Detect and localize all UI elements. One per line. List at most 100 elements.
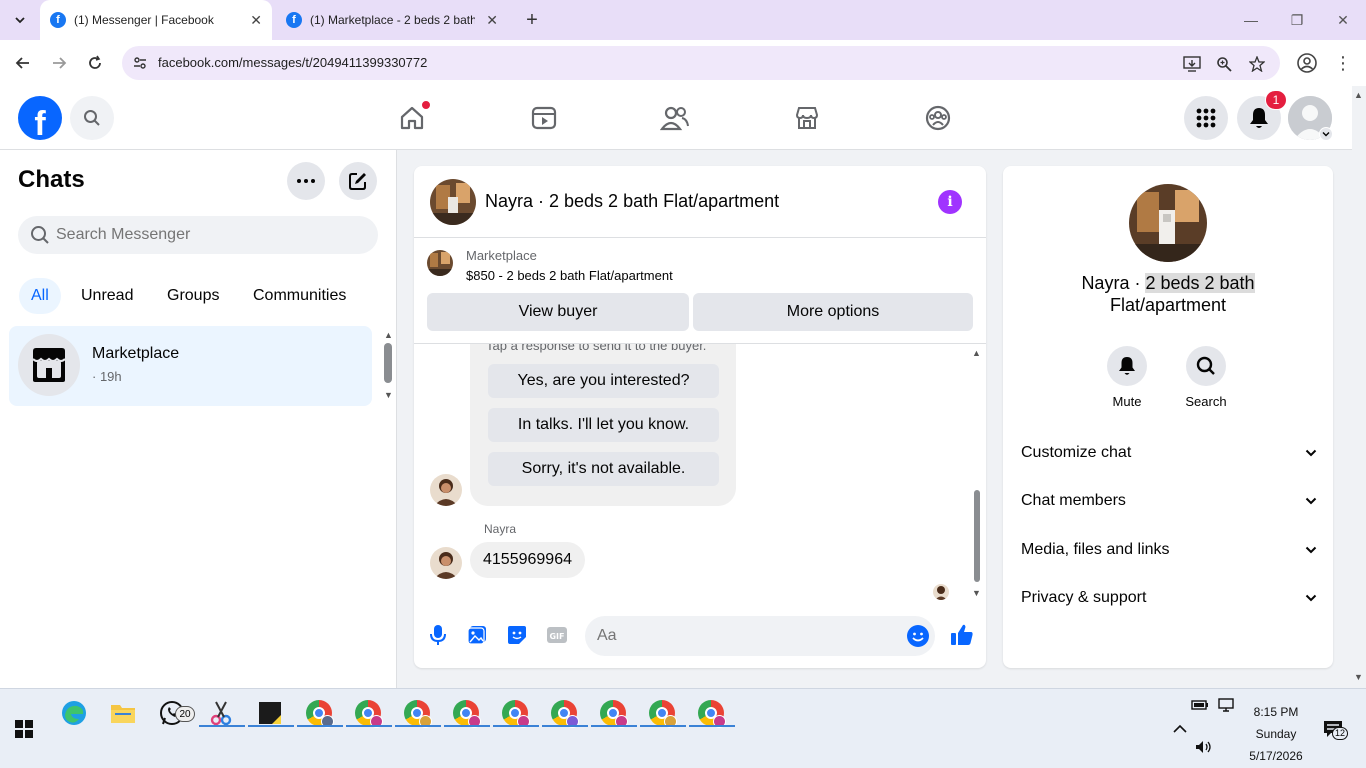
quick-reply-not-available[interactable]: Sorry, it's not available. <box>488 452 719 486</box>
clock-time[interactable]: 8:15 PM <box>1246 705 1306 719</box>
reload-button[interactable] <box>83 51 107 75</box>
message-input-wrapper[interactable] <box>585 616 935 656</box>
filter-all[interactable]: All <box>19 278 61 314</box>
gif-icon[interactable]: GIF <box>546 624 568 646</box>
nav-groups[interactable] <box>918 98 958 138</box>
account-chevron-icon[interactable] <box>1319 127 1333 141</box>
zoom-icon[interactable] <box>1214 54 1234 74</box>
sender-avatar[interactable] <box>430 547 462 579</box>
edge-browser-icon <box>62 701 86 725</box>
facebook-header: f <box>0 86 1352 150</box>
forward-button[interactable] <box>47 51 71 75</box>
search-in-chat-button[interactable] <box>1186 346 1226 386</box>
chrome-icon <box>306 700 334 728</box>
install-app-icon[interactable] <box>1182 54 1202 74</box>
quick-reply-in-talks[interactable]: In talks. I'll let you know. <box>488 408 719 442</box>
conversation-title[interactable]: Nayra · 2 beds 2 bath Flat/apartment <box>485 191 779 212</box>
mute-action[interactable]: Mute <box>1097 346 1157 409</box>
page-scroll-up-arrow[interactable]: ▲ <box>1354 90 1363 100</box>
more-options-button[interactable]: More options <box>693 293 973 331</box>
battery-icon[interactable] <box>1188 693 1212 717</box>
contact-avatar[interactable] <box>430 179 476 225</box>
arrow-right-icon <box>53 57 67 69</box>
clock-date[interactable]: 5/17/2026 <box>1240 749 1312 763</box>
info-avatar[interactable] <box>1129 184 1207 262</box>
network-icon[interactable] <box>1214 693 1238 717</box>
site-info-icon[interactable] <box>132 55 148 71</box>
new-message-button[interactable] <box>339 162 377 200</box>
media-files-links-section[interactable]: Media, files and links <box>1021 535 1317 565</box>
chat-list-item[interactable]: Marketplace · 19h <box>9 326 372 406</box>
search-action[interactable]: Search <box>1176 346 1236 409</box>
mute-button[interactable] <box>1107 346 1147 386</box>
running-indicator <box>542 725 588 727</box>
emoji-icon[interactable] <box>907 625 929 647</box>
photo-attach-icon[interactable] <box>466 624 488 646</box>
message-input[interactable] <box>597 616 887 656</box>
facebook-search-button[interactable] <box>70 96 114 140</box>
restore-button[interactable]: ❐ <box>1274 0 1320 40</box>
listing-title[interactable]: $850 - 2 beds 2 bath Flat/apartment <box>466 268 673 283</box>
tab-messenger[interactable]: f (1) Messenger | Facebook ✕ <box>40 0 272 40</box>
start-button[interactable] <box>8 713 40 745</box>
view-buyer-button[interactable]: View buyer <box>427 293 689 331</box>
conversation-scrollbar[interactable] <box>974 490 980 582</box>
conversation-info-icon[interactable]: i <box>938 190 962 214</box>
quick-reply-interested[interactable]: Yes, are you interested? <box>488 364 719 398</box>
bookmark-star-icon[interactable] <box>1247 54 1267 74</box>
clock-day[interactable]: Sunday <box>1246 727 1306 741</box>
customize-chat-section[interactable]: Customize chat <box>1021 438 1317 468</box>
chrome-icon <box>698 700 726 728</box>
filter-groups[interactable]: Groups <box>155 278 231 314</box>
scroll-up-arrow[interactable]: ▲ <box>972 348 981 358</box>
running-indicator <box>689 725 735 727</box>
person-photo <box>430 474 462 506</box>
taskbar-edge[interactable] <box>58 697 90 729</box>
address-bar[interactable]: facebook.com/messages/t/2049411399330772 <box>122 46 1280 80</box>
minimize-button[interactable]: — <box>1228 0 1274 40</box>
scroll-down-arrow[interactable]: ▼ <box>972 588 981 598</box>
compose-icon <box>349 173 366 190</box>
browser-profile-icon[interactable] <box>1296 52 1318 74</box>
page-scroll-down-arrow[interactable]: ▼ <box>1354 672 1363 682</box>
voice-clip-icon[interactable] <box>427 624 449 646</box>
close-tab-icon[interactable]: ✕ <box>486 12 498 29</box>
message-bubble[interactable]: 4155969964 <box>470 542 585 578</box>
new-tab-button[interactable]: + <box>520 8 544 32</box>
browser-menu-icon[interactable]: ⋮ <box>1334 52 1352 74</box>
notifications-badge: 1 <box>1265 90 1287 110</box>
tab-marketplace[interactable]: f (1) Marketplace - 2 beds 2 bath ✕ <box>276 0 508 40</box>
scroll-up-arrow[interactable]: ▲ <box>384 330 393 340</box>
privacy-support-section[interactable]: Privacy & support <box>1021 583 1317 613</box>
listing-thumbnail[interactable] <box>427 250 453 276</box>
tab-search-dropdown[interactable] <box>8 8 32 32</box>
nav-video[interactable] <box>524 98 564 138</box>
back-button[interactable] <box>11 51 35 75</box>
search-messenger-input[interactable] <box>56 216 356 254</box>
chat-options-button[interactable] <box>287 162 325 200</box>
sender-name: Nayra <box>484 522 517 536</box>
nav-marketplace[interactable] <box>787 98 827 138</box>
filter-communities[interactable]: Communities <box>241 278 358 314</box>
bell-icon <box>1119 357 1135 375</box>
chat-list-scrollbar[interactable] <box>384 343 392 383</box>
like-thumb-icon[interactable] <box>949 622 975 648</box>
facebook-logo-icon[interactable]: f <box>18 96 62 140</box>
filter-unread[interactable]: Unread <box>69 278 145 314</box>
close-tab-icon[interactable]: ✕ <box>250 12 262 29</box>
running-indicator <box>248 725 294 727</box>
conversation-header: Nayra · 2 beds 2 bath Flat/apartment i <box>414 166 986 238</box>
scroll-down-arrow[interactable]: ▼ <box>384 390 393 400</box>
messenger-search[interactable] <box>18 216 378 254</box>
taskbar-file-explorer[interactable] <box>107 697 139 729</box>
chat-members-section[interactable]: Chat members <box>1021 486 1317 516</box>
close-window-button[interactable]: ✕ <box>1320 0 1366 40</box>
menu-grid-button[interactable] <box>1184 96 1228 140</box>
notification-center-button[interactable]: 12 <box>1318 715 1349 743</box>
sticker-icon[interactable] <box>506 624 528 646</box>
sender-avatar[interactable] <box>430 474 462 506</box>
nav-friends[interactable] <box>655 98 695 138</box>
volume-icon[interactable] <box>1192 735 1216 759</box>
marketplace-listing-banner: Marketplace $850 - 2 beds 2 bath Flat/ap… <box>414 238 986 344</box>
url-text[interactable]: facebook.com/messages/t/2049411399330772 <box>158 55 427 70</box>
